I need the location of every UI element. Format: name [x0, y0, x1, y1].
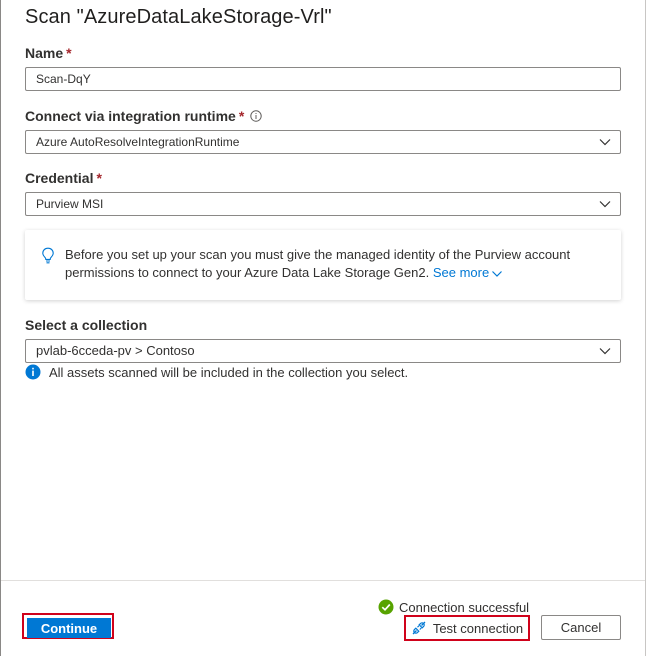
test-connection-label: Test connection: [432, 620, 524, 636]
connection-status-text: Connection successful: [399, 599, 530, 615]
collection-selected-value: pvlab-6cceda-pv > Contoso: [36, 343, 195, 358]
collection-label: Select a collection: [25, 317, 147, 333]
credential-label: Credential *: [25, 170, 102, 186]
see-more-link[interactable]: See more: [433, 265, 503, 280]
runtime-label-text: Connect via integration runtime: [25, 108, 236, 124]
chevron-down-icon: [599, 201, 611, 208]
chevron-down-icon: [492, 270, 503, 277]
collection-label-text: Select a collection: [25, 317, 148, 333]
chevron-down-icon: [599, 139, 611, 146]
managed-identity-notice: Before you set up your scan you must giv…: [25, 230, 621, 300]
see-more-label: See more: [432, 265, 490, 280]
credential-label-text: Credential: [25, 170, 94, 186]
chevron-down-icon: [599, 348, 611, 355]
continue-button[interactable]: Continue: [27, 618, 111, 638]
collection-info: All assets scanned will be included in t…: [25, 364, 408, 380]
required-mark: *: [238, 108, 245, 124]
plug-connect-icon: [412, 621, 426, 635]
name-input[interactable]: Scan-DqY: [25, 67, 621, 91]
credential-selected-value: Purview MSI: [36, 197, 104, 211]
required-mark: *: [66, 45, 72, 61]
name-label: Name *: [25, 45, 72, 61]
cancel-button[interactable]: Cancel: [541, 615, 621, 640]
footer-divider: [1, 580, 645, 581]
required-mark: *: [96, 170, 102, 186]
runtime-label: Connect via integration runtime *: [25, 108, 262, 124]
connection-status: Connection successful: [378, 599, 529, 615]
panel-left-edge: [0, 0, 1, 656]
page-title: Scan "AzureDataLakeStorage-Vrl": [25, 6, 332, 28]
info-outline-icon[interactable]: [250, 110, 262, 122]
name-label-text: Name: [25, 45, 64, 61]
test-connection-button[interactable]: Test connection: [406, 617, 528, 639]
runtime-select[interactable]: Azure AutoResolveIntegrationRuntime: [25, 130, 621, 154]
notice-text-block: Before you set up your scan you must giv…: [65, 246, 605, 282]
runtime-selected-value: Azure AutoResolveIntegrationRuntime: [36, 135, 240, 149]
success-check-icon: [378, 599, 394, 615]
info-icon: [25, 364, 41, 380]
lightbulb-icon: [42, 247, 54, 264]
collection-select[interactable]: pvlab-6cceda-pv > Contoso: [25, 339, 621, 363]
credential-select[interactable]: Purview MSI: [25, 192, 621, 216]
collection-info-text: All assets scanned will be included in t…: [49, 364, 409, 380]
